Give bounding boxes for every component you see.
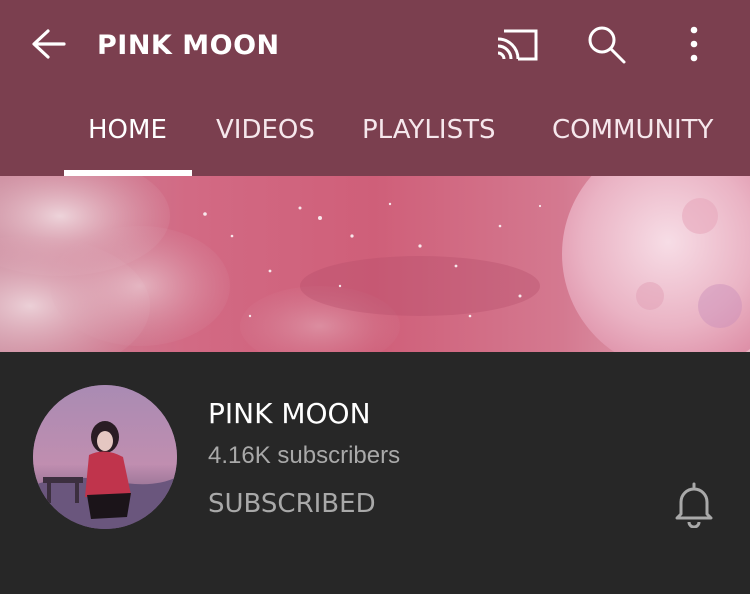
app-header: PINK MOON HOME VIDEOS PLAYLISTS COMMUNIT… (0, 0, 750, 176)
notification-bell-button[interactable] (672, 480, 716, 529)
bell-icon (675, 482, 713, 529)
channel-info: PINK MOON 4.16K subscribers SUBSCRIBED (0, 352, 750, 594)
back-button[interactable] (24, 22, 72, 70)
avatar-image (33, 385, 177, 529)
banner-art (0, 176, 750, 352)
more-options-button[interactable] (672, 22, 716, 66)
channel-name: PINK MOON (208, 397, 371, 430)
channel-avatar[interactable] (33, 385, 177, 529)
search-button[interactable] (584, 22, 628, 66)
tab-home[interactable]: HOME (88, 115, 167, 145)
channel-banner (0, 176, 750, 352)
subscriber-count: 4.16K subscribers (208, 442, 401, 469)
tab-playlists[interactable]: PLAYLISTS (362, 115, 495, 145)
more-vert-icon (690, 26, 698, 62)
search-icon (588, 26, 626, 64)
tab-community[interactable]: COMMUNITY (552, 115, 713, 145)
channel-title: PINK MOON (97, 30, 280, 61)
subscribed-button[interactable]: SUBSCRIBED (208, 489, 376, 519)
back-arrow-icon (32, 29, 66, 59)
cast-button[interactable] (494, 25, 542, 65)
cast-icon (497, 29, 538, 61)
tab-videos[interactable]: VIDEOS (216, 115, 315, 145)
